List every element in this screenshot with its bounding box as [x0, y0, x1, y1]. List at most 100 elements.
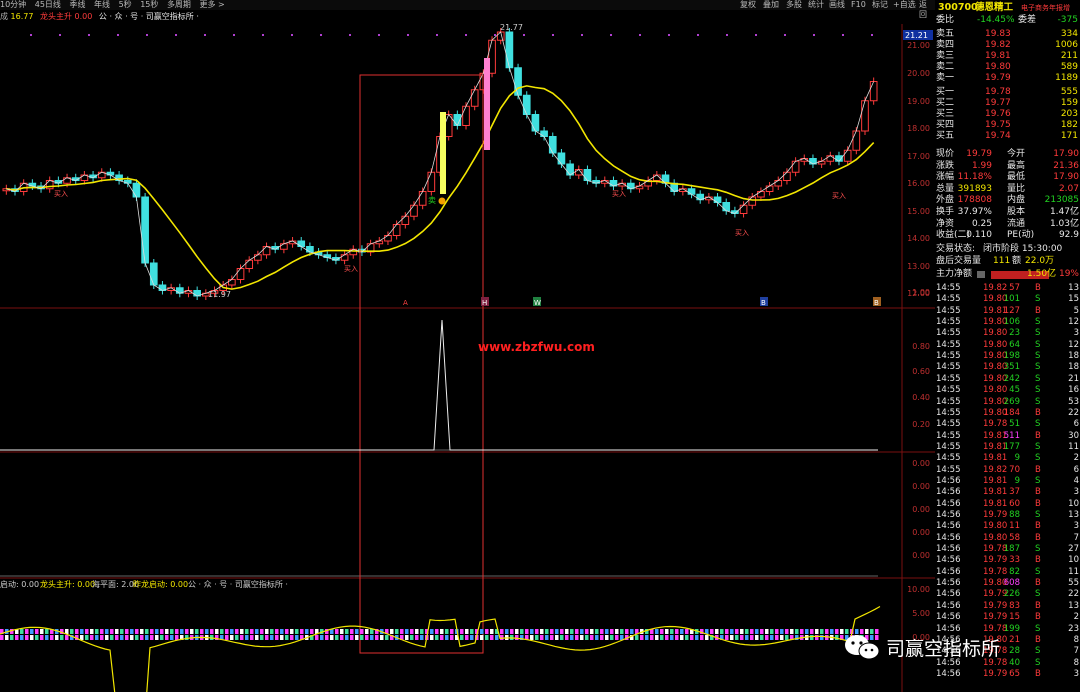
color-bar	[45, 635, 49, 640]
bid-row: 买三 19.76 203	[935, 109, 1080, 120]
stats-button[interactable]: 统计	[808, 0, 824, 10]
color-bar	[485, 629, 489, 634]
signal-dot	[842, 34, 844, 36]
tick-side: S	[1035, 339, 1041, 350]
color-bar	[100, 629, 104, 634]
color-bar	[30, 629, 34, 634]
tick-time: 14:55	[936, 351, 961, 362]
fuquan-button[interactable]: 复权	[740, 0, 756, 10]
signal-dot	[726, 34, 728, 36]
stat-label: 外盘	[936, 195, 955, 206]
color-bar	[345, 635, 349, 640]
stat-label: 最低	[1007, 172, 1026, 183]
ask-row: 卖一 19.79 1189	[935, 73, 1080, 84]
ask-price: 19.82	[985, 40, 1011, 50]
stat-value: 1.47亿	[1049, 207, 1079, 217]
color-bar	[135, 635, 139, 640]
color-bar	[655, 629, 659, 634]
tick-time: 14:55	[936, 328, 961, 339]
candle	[306, 246, 314, 253]
tick-price: 19.81	[983, 453, 1008, 464]
period-15s[interactable]: 15秒	[140, 0, 158, 9]
tick-side: B	[1035, 612, 1041, 623]
f10-button[interactable]: F10	[851, 0, 866, 10]
color-bar	[110, 629, 114, 634]
overlay-button[interactable]: 叠加	[763, 0, 779, 10]
tick-count: 22	[1068, 589, 1079, 600]
tick-side: S	[1035, 441, 1041, 452]
color-bar	[215, 629, 219, 634]
color-bar	[385, 635, 389, 640]
stat-label: 内盘	[1007, 195, 1026, 206]
osc1-axis-label: 0.20	[912, 420, 930, 429]
color-bar	[715, 629, 719, 634]
color-bar	[555, 629, 559, 634]
color-bar	[405, 629, 409, 634]
color-bar	[235, 629, 239, 634]
tick-count: 2	[1073, 453, 1079, 464]
color-bar	[790, 629, 794, 634]
period-year[interactable]: 年线	[94, 0, 110, 9]
kline-chart[interactable]: 21.00 20.00 19.00 18.00 17.00 16.00 15.0…	[0, 24, 935, 692]
tick-count: 10	[1068, 498, 1079, 509]
candle	[739, 204, 748, 214]
color-bar	[460, 635, 464, 640]
period-45day[interactable]: 45日线	[35, 0, 61, 9]
draw-line-button[interactable]: 画线	[829, 0, 845, 10]
stat-label: 收益(二)	[936, 230, 971, 241]
bid-row: 买二 19.77 159	[935, 98, 1080, 109]
color-bar	[655, 635, 659, 640]
color-bar	[605, 629, 609, 634]
color-bar	[75, 629, 79, 634]
color-bar	[230, 629, 234, 634]
color-bar	[430, 629, 434, 634]
period-more[interactable]: 更多 >	[199, 0, 224, 9]
color-bar	[795, 629, 799, 634]
color-bar	[290, 635, 294, 640]
tick-side: S	[1035, 453, 1041, 464]
period-multi[interactable]: 多周期	[167, 0, 191, 9]
mark-button[interactable]: 标记	[872, 0, 888, 10]
color-bar	[160, 635, 164, 640]
stock-name: 德恩精工	[975, 2, 1014, 13]
signal-dot	[813, 34, 815, 36]
color-bar	[505, 629, 509, 634]
color-bar	[435, 629, 439, 634]
color-bar	[695, 635, 699, 640]
osc1-spike-line	[0, 319, 878, 451]
tick-row: 14:56 19.79 83 B 13	[935, 601, 1080, 612]
tick-volume: 64	[1009, 339, 1020, 350]
period-10min[interactable]: 10分钟	[0, 0, 26, 9]
color-bar	[775, 635, 779, 640]
tick-time: 14:56	[936, 544, 961, 555]
bid-label: 买一	[936, 87, 955, 97]
weibi-value: -14.45%	[977, 15, 1015, 25]
tick-count: 22	[1068, 407, 1079, 418]
period-quarter[interactable]: 季线	[69, 0, 85, 9]
add-watchlist-button[interactable]: +自选	[893, 0, 916, 10]
color-bar	[785, 635, 789, 640]
tick-time: 14:55	[936, 362, 961, 373]
stat-value: 17.90	[1053, 149, 1079, 159]
multi-stock-button[interactable]: 多股	[786, 0, 802, 10]
price-axis-label: 19.00	[907, 97, 930, 106]
color-bar	[700, 635, 704, 640]
color-bar	[530, 629, 534, 634]
color-bar	[300, 629, 304, 634]
osc1-axis-label: 0.40	[912, 393, 930, 402]
tick-side: S	[1035, 373, 1041, 384]
tick-volume: 101	[1003, 294, 1020, 305]
color-bar	[810, 635, 814, 640]
color-bar	[335, 629, 339, 634]
stat-row: 外盘 178808 内盘 213085	[935, 195, 1080, 206]
tick-time: 14:55	[936, 305, 961, 316]
stat-value: 213085	[1044, 195, 1079, 206]
tick-side: B	[1035, 487, 1041, 498]
color-bar	[625, 629, 629, 634]
tick-volume: 45	[1009, 385, 1020, 396]
period-5s[interactable]: 5秒	[119, 0, 132, 9]
stat-value: 17.90	[1053, 172, 1079, 183]
color-bar	[435, 635, 439, 640]
bid-label: 买三	[936, 109, 955, 119]
tick-row: 14:56 19.79 15 B 2	[935, 612, 1080, 623]
